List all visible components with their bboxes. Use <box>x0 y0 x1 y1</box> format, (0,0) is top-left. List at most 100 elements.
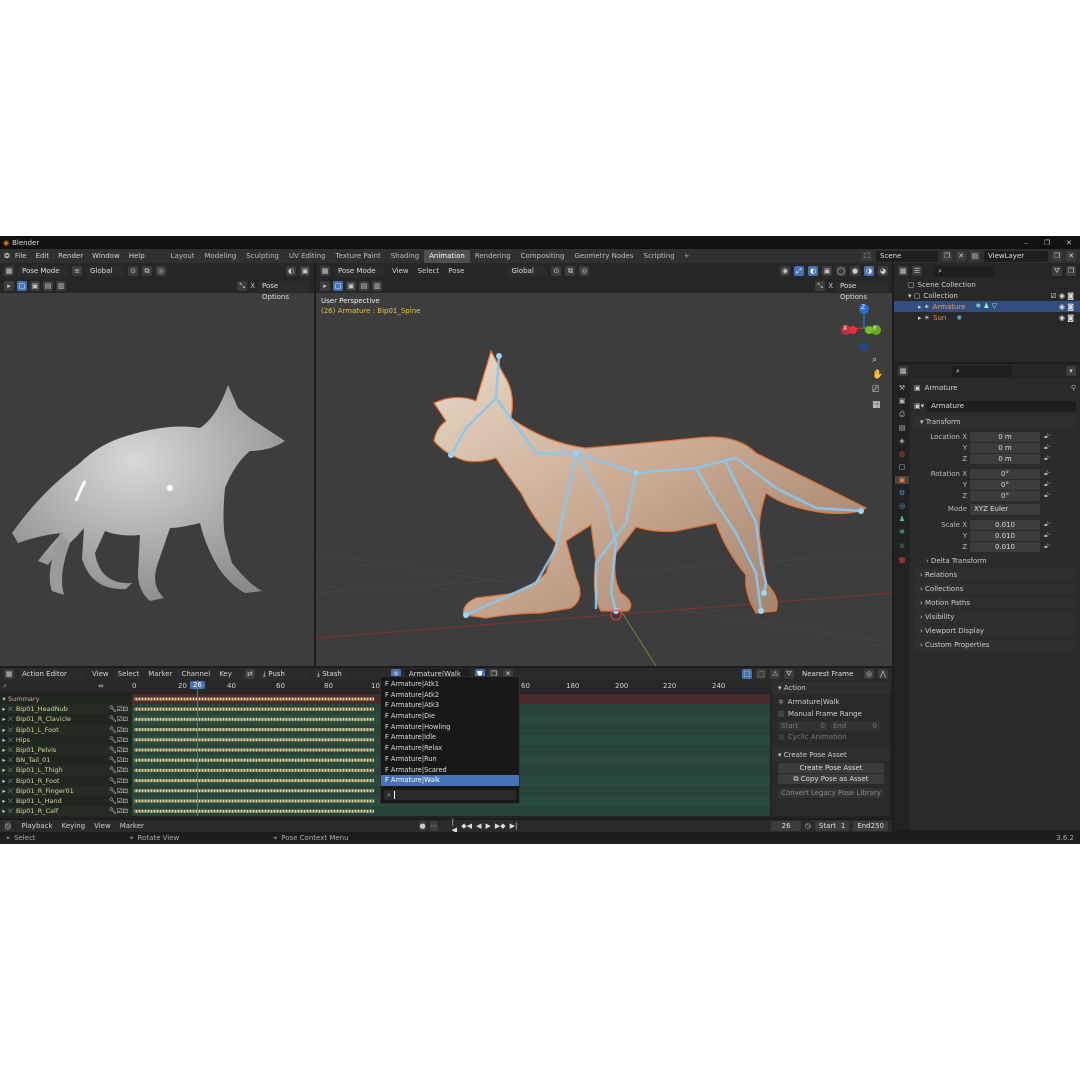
channel-toggle-icons[interactable]: 🔧︎☑⊡ <box>108 745 132 755</box>
menu-help[interactable]: Help <box>129 252 145 260</box>
editor-type-icon[interactable]: ▦ <box>898 366 908 376</box>
shading-render-icon[interactable]: ◕ <box>878 266 888 276</box>
outliner-item-sun[interactable]: ▸ ☀ Sun ✺ ◉ ◙ <box>894 312 1080 323</box>
pivot-icon[interactable]: ⊙ <box>128 266 138 276</box>
left-mode-selector[interactable]: Pose Mode <box>18 265 68 277</box>
visibility-icon[interactable]: ◉ <box>780 266 790 276</box>
next-keyframe-icon[interactable]: ▶◆ <box>495 822 506 830</box>
filter-icon[interactable]: ⛛ <box>1052 266 1062 276</box>
output-tab-icon[interactable]: ⎙ <box>899 410 905 419</box>
expand-icon[interactable]: ▸ <box>0 714 8 724</box>
dopesheet-menu-marker[interactable]: Marker <box>148 670 172 678</box>
outliner-search[interactable]: ⌕ <box>934 265 994 277</box>
menu-render[interactable]: Render <box>58 252 83 260</box>
channel-toggle-icons[interactable]: 🔧︎☑⊡ <box>108 806 132 816</box>
snap-icon[interactable]: ⧉ <box>565 266 576 276</box>
main-orientation-selector[interactable]: Global <box>507 265 548 277</box>
transform-panel-header[interactable]: ▾ Transform <box>914 416 1076 428</box>
overlay-icon[interactable]: ◐ <box>808 266 818 276</box>
filter-icon[interactable]: ⛛ <box>784 669 794 679</box>
expand-icon[interactable]: ▸ <box>0 806 8 816</box>
pin-icon[interactable]: ⚲ <box>1071 384 1076 392</box>
sync-icon[interactable]: ⇄ <box>244 669 255 679</box>
panel-viewport-display[interactable]: › Viewport Display <box>914 625 1076 637</box>
push-down-button[interactable]: ⤓ Push Down <box>258 668 309 689</box>
action-panel-header[interactable]: ▾ Action <box>772 682 890 694</box>
play-icon[interactable]: ▸ <box>320 281 330 291</box>
action-item[interactable]: F Armature|Atk3 <box>381 700 519 711</box>
action-item[interactable]: F Armature|Die <box>381 711 519 722</box>
only-selected-icon[interactable]: ⬚ <box>742 669 752 679</box>
channel-search-icon[interactable]: ⌕ <box>3 682 7 691</box>
action-item[interactable]: F Armature|Walk <box>381 775 519 786</box>
options-icon[interactable]: ▾ <box>1066 366 1076 376</box>
transform-icon[interactable]: ⤡ <box>815 281 826 291</box>
maximize-icon[interactable]: ❐ <box>1044 239 1050 247</box>
delta-transform-header[interactable]: › Delta Transform <box>914 555 1076 567</box>
channel-row[interactable]: ▸ ⛌ Bip01_R_Clavicle 🔧︎☑⊡ <box>0 714 132 725</box>
shading-wire-icon[interactable]: ◯ <box>836 266 846 276</box>
channel-row[interactable]: ▸ ⛌ Bip01_L_Thigh 🔧︎☑⊡ <box>0 765 132 776</box>
panel-relations[interactable]: › Relations <box>914 569 1076 581</box>
editor-mode-select[interactable]: Action Editor <box>18 668 84 680</box>
channel-row[interactable]: ▸ ⛌ Hips 🔧︎☑⊡ <box>0 734 132 745</box>
texture-tab-icon[interactable]: ▦ <box>899 556 906 564</box>
snap-mode-select[interactable]: Nearest Frame <box>798 668 860 680</box>
transform-icon[interactable]: ⤡ <box>237 281 248 291</box>
pivot-icon[interactable]: ⊙ <box>551 266 562 276</box>
lock-icon[interactable]: 🔓︎· <box>1044 520 1051 529</box>
range-start-field[interactable]: Start 0 <box>778 720 828 731</box>
rotation-x-field[interactable]: 0° <box>970 468 1040 479</box>
falloff-icon[interactable]: ⋀ <box>878 669 888 679</box>
blender-menu-icon[interactable]: ❂ <box>4 252 10 260</box>
constraint-tab-icon[interactable]: ♟ <box>899 515 905 523</box>
delete-scene-icon[interactable]: ✕ <box>956 251 966 261</box>
scene-selector[interactable]: Scene <box>876 250 938 262</box>
dopesheet-menu-key[interactable]: Key <box>219 670 232 678</box>
scale-x-field[interactable]: 0.010 <box>970 519 1040 530</box>
lock-icon[interactable]: 🔓︎· <box>1044 542 1051 551</box>
channel-row[interactable]: ▸ ⛌ Bip01_Pelvis 🔧︎☑⊡ <box>0 744 132 756</box>
current-frame-field[interactable]: 26 <box>771 821 801 831</box>
tab-geometry-nodes[interactable]: Geometry Nodes <box>569 250 638 263</box>
modifier-tab-icon[interactable]: ⚙ <box>899 489 905 497</box>
location-x-field[interactable]: 0 m <box>970 431 1040 442</box>
action-search-field[interactable]: ⌕ <box>384 790 516 800</box>
select-subtract-icon[interactable]: ▤ <box>43 281 53 291</box>
tab-layout[interactable]: Layout <box>166 250 200 263</box>
visibility-eye-icon[interactable]: ☑ ◉ ◙ <box>1050 292 1080 300</box>
world-tab-icon[interactable]: ◍ <box>899 450 905 458</box>
viewlayer-icon[interactable]: ▤ <box>970 251 980 261</box>
manual-range-checkbox[interactable] <box>778 711 784 717</box>
armature-visibility-icon[interactable]: ◉ ◙ <box>1059 303 1080 311</box>
xray-icon[interactable]: ▣ <box>822 266 832 276</box>
timeline-menu-keying[interactable]: Keying <box>62 822 86 830</box>
select-invert-icon[interactable]: ▥ <box>56 281 66 291</box>
overlay-icon[interactable]: ◐ <box>286 266 296 276</box>
dopesheet-menu-select[interactable]: Select <box>118 670 140 678</box>
select-box-icon[interactable]: ▢ <box>17 281 27 291</box>
convert-legacy-button[interactable]: Convert Legacy Pose Library <box>778 788 884 798</box>
only-errors-icon[interactable]: ⚠ <box>770 669 780 679</box>
tab-texture-paint[interactable]: Texture Paint <box>331 250 386 263</box>
scale-z-field[interactable]: 0.010 <box>970 541 1040 552</box>
scene-icon[interactable]: ⛶ <box>862 251 872 261</box>
timeline-start-field[interactable]: Start 1 <box>814 821 850 831</box>
left-pose-options[interactable]: Pose Options <box>258 280 310 301</box>
channel-row[interactable]: ▸ ⛌ Bip01_R_Finger01 🔧︎☑⊡ <box>0 785 132 796</box>
xray-icon[interactable]: ▣ <box>300 266 310 276</box>
main-viewport[interactable]: ▦ Pose Mode View Select Pose Global ⊙ ⧉ ◎ … <box>316 263 892 666</box>
menu-window[interactable]: Window <box>92 252 120 260</box>
lock-icon[interactable]: 🔓︎· <box>1044 454 1051 463</box>
tab-uv-editing[interactable]: UV Editing <box>284 250 331 263</box>
new-scene-icon[interactable]: ❐ <box>942 251 952 261</box>
action-item[interactable]: F Armature|Relax <box>381 743 519 754</box>
data-tab-icon[interactable]: ⛯ <box>899 528 905 537</box>
delete-viewlayer-icon[interactable]: ✕ <box>1066 251 1076 261</box>
proportional-icon[interactable]: ◎ <box>156 266 166 276</box>
stash-button[interactable]: ⤓ Stash <box>312 668 347 680</box>
panel-motion-paths[interactable]: › Motion Paths <box>914 597 1076 609</box>
left-orientation-selector[interactable]: Global <box>86 265 124 277</box>
tab-scripting[interactable]: Scripting <box>639 250 680 263</box>
gizmo-icon[interactable]: ⤢ <box>794 266 804 276</box>
